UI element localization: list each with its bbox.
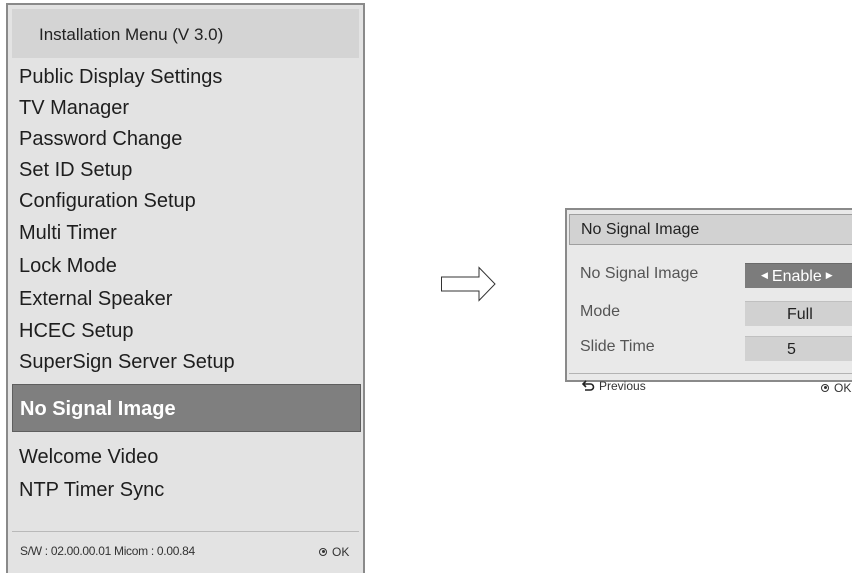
menu-ok-label: OK bbox=[332, 545, 350, 559]
menu-item-tv-manager[interactable]: TV Manager bbox=[19, 92, 129, 124]
menu-item-ntp-timer-sync[interactable]: NTP Timer Sync bbox=[19, 474, 164, 506]
dialog-ok-label: OK bbox=[834, 381, 852, 395]
ok-button-icon bbox=[319, 547, 327, 556]
menu-footer-divider bbox=[12, 531, 359, 532]
no-signal-image-value: Enable bbox=[771, 268, 822, 285]
previous-label: Previous bbox=[599, 379, 646, 393]
menu-item-welcome-video[interactable]: Welcome Video bbox=[19, 441, 158, 473]
software-version-text: S/W : 02.00.00.01 Micom : 0.00.84 bbox=[20, 544, 195, 558]
menu-item-public-display-settings[interactable]: Public Display Settings bbox=[19, 61, 222, 93]
right-triangle-icon[interactable]: ▶ bbox=[826, 270, 833, 280]
dialog-ok-button[interactable]: OK bbox=[821, 381, 851, 395]
menu-ok-hint[interactable]: OK bbox=[319, 545, 349, 559]
slide-time-value[interactable]: 5 bbox=[745, 336, 852, 361]
installation-menu: Installation Menu (V 3.0) Public Display… bbox=[6, 3, 365, 573]
ok-button-icon bbox=[821, 383, 829, 392]
menu-item-external-speaker[interactable]: External Speaker bbox=[19, 283, 172, 315]
no-signal-image-dialog: No Signal Image No Signal Image ◀ Enable ▶… bbox=[565, 208, 852, 395]
mode-label: Mode bbox=[580, 303, 621, 320]
previous-button[interactable]: Previous bbox=[581, 379, 646, 393]
menu-item-no-signal-image[interactable]: No Signal Image bbox=[12, 384, 361, 432]
left-triangle-icon[interactable]: ◀ bbox=[761, 270, 768, 280]
no-signal-image-label: No Signal Image bbox=[580, 265, 699, 282]
menu-item-multi-timer[interactable]: Multi Timer bbox=[19, 217, 117, 249]
back-arrow-icon bbox=[581, 380, 595, 392]
menu-item-password-change[interactable]: Password Change bbox=[19, 123, 182, 155]
dialog-title: No Signal Image bbox=[569, 214, 852, 245]
dialog-footer-divider bbox=[569, 373, 852, 374]
menu-item-configuration-setup[interactable]: Configuration Setup bbox=[19, 185, 196, 217]
slide-time-label: Slide Time bbox=[580, 338, 655, 355]
menu-item-set-id-setup[interactable]: Set ID Setup bbox=[19, 154, 132, 186]
right-outline-arrow-icon bbox=[441, 266, 496, 302]
menu-title: Installation Menu (V 3.0) bbox=[12, 9, 359, 58]
menu-item-hcec-setup[interactable]: HCEC Setup bbox=[19, 315, 134, 347]
menu-item-supersign-server-setup[interactable]: SuperSign Server Setup bbox=[19, 346, 235, 378]
mode-value[interactable]: Full bbox=[745, 301, 852, 326]
menu-item-lock-mode[interactable]: Lock Mode bbox=[19, 250, 117, 282]
no-signal-image-selector[interactable]: ◀ Enable ▶ bbox=[745, 263, 852, 288]
